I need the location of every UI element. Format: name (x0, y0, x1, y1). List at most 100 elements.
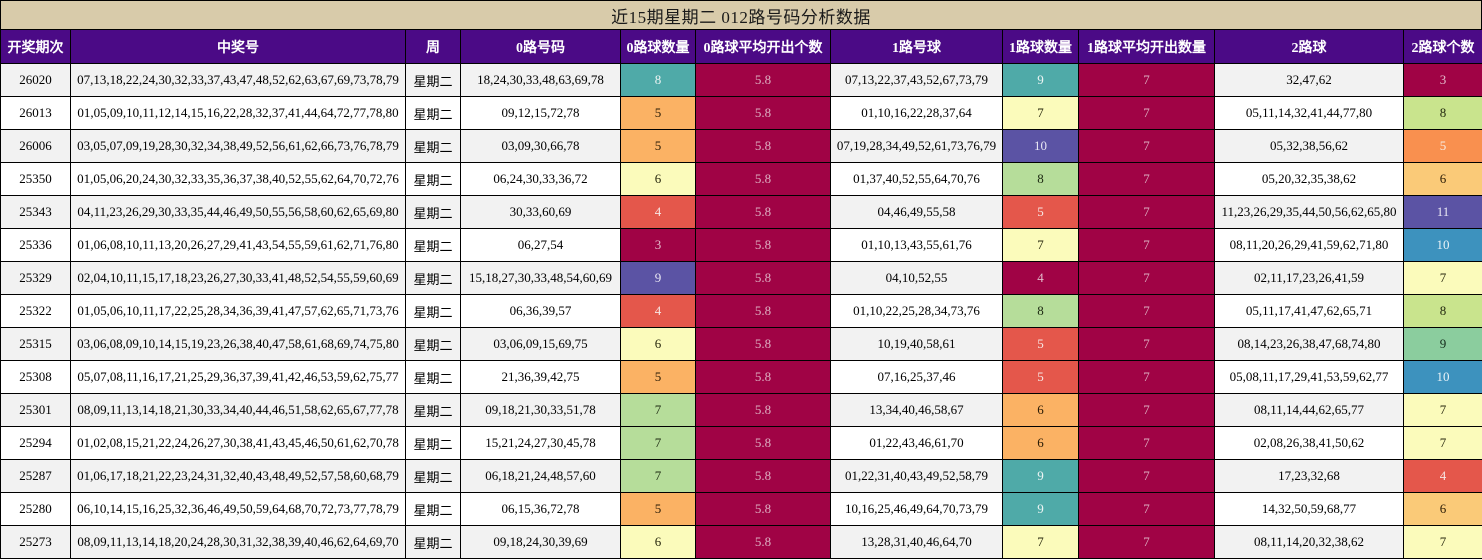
cell-week: 星期二 (405, 63, 461, 97)
cell-road1_numbers: 01,22,31,40,43,49,52,58,79 (830, 459, 1003, 493)
cell-road2_count: 7 (1403, 393, 1482, 427)
cell-winning: 01,06,08,10,11,13,20,26,27,29,41,43,54,5… (70, 228, 406, 262)
table-row: 25315 03,06,08,09,10,14,15,19,23,26,38,40… (0, 327, 1482, 361)
cell-road1_numbers: 13,34,40,46,58,67 (830, 393, 1003, 427)
cell-winning: 05,07,08,11,16,17,21,25,29,36,37,39,41,4… (70, 360, 406, 394)
cell-week: 星期二 (405, 96, 461, 130)
cell-road2_numbers: 08,14,23,26,38,47,68,74,80 (1214, 327, 1404, 361)
cell-road2_count: 10 (1403, 360, 1482, 394)
column-header-road2_count: 2路球个数 (1403, 29, 1482, 64)
cell-period: 25350 (0, 162, 71, 196)
cell-period: 26013 (0, 96, 71, 130)
cell-road1_count: 7 (1002, 228, 1079, 262)
cell-road0_numbers: 06,15,36,72,78 (460, 492, 621, 526)
cell-road1_count: 4 (1002, 261, 1079, 295)
cell-week: 星期二 (405, 261, 461, 295)
cell-road2_count: 7 (1403, 525, 1482, 559)
cell-road0_avg: 5.8 (695, 492, 831, 526)
cell-period: 25343 (0, 195, 71, 229)
cell-week: 星期二 (405, 492, 461, 526)
cell-road2_numbers: 05,08,11,17,29,41,53,59,62,77 (1214, 360, 1404, 394)
cell-road1_avg: 7 (1078, 96, 1215, 130)
cell-road2_count: 9 (1403, 327, 1482, 361)
cell-road0_count: 3 (620, 228, 696, 262)
cell-period: 25315 (0, 327, 71, 361)
column-header-road0_count: 0路球数量 (620, 29, 696, 64)
cell-road1_count: 8 (1002, 294, 1079, 328)
column-header-road1_numbers: 1路号球 (830, 29, 1003, 64)
column-header-road1_avg: 1路球平均开出数量 (1078, 29, 1215, 64)
cell-road0_count: 6 (620, 327, 696, 361)
cell-road1_avg: 7 (1078, 525, 1215, 559)
cell-road0_count: 6 (620, 525, 696, 559)
cell-road1_avg: 7 (1078, 228, 1215, 262)
cell-winning: 01,05,06,20,24,30,32,33,35,36,37,38,40,5… (70, 162, 406, 196)
cell-road0_avg: 5.8 (695, 426, 831, 460)
cell-week: 星期二 (405, 525, 461, 559)
cell-road0_numbers: 06,24,30,33,36,72 (460, 162, 621, 196)
cell-road1_numbers: 10,19,40,58,61 (830, 327, 1003, 361)
cell-road1_avg: 7 (1078, 195, 1215, 229)
cell-period: 25287 (0, 459, 71, 493)
cell-road1_avg: 7 (1078, 261, 1215, 295)
cell-road1_count: 8 (1002, 162, 1079, 196)
cell-road1_numbers: 04,46,49,55,58 (830, 195, 1003, 229)
cell-week: 星期二 (405, 426, 461, 460)
cell-road0_avg: 5.8 (695, 195, 831, 229)
header-row: 开奖期次 中奖号周 0路号码 0路球数量 0路球平均开出个数 1路号球 1路球数量 1路球平均… (0, 29, 1482, 64)
cell-road2_count: 6 (1403, 492, 1482, 526)
cell-road2_numbers: 02,08,26,38,41,50,62 (1214, 426, 1404, 460)
cell-road1_avg: 7 (1078, 162, 1215, 196)
cell-winning: 08,09,11,13,14,18,21,30,33,34,40,44,46,5… (70, 393, 406, 427)
cell-road1_avg: 7 (1078, 459, 1215, 493)
cell-road2_count: 3 (1403, 63, 1482, 97)
cell-road1_numbers: 04,10,52,55 (830, 261, 1003, 295)
cell-winning: 04,11,23,26,29,30,33,35,44,46,49,50,55,5… (70, 195, 406, 229)
column-header-week: 周 (405, 29, 461, 64)
cell-road2_numbers: 11,23,26,29,35,44,50,56,62,65,80 (1214, 195, 1404, 229)
cell-period: 26006 (0, 129, 71, 163)
cell-road1_numbers: 01,22,43,46,61,70 (830, 426, 1003, 460)
cell-road1_count: 5 (1002, 327, 1079, 361)
cell-road1_count: 9 (1002, 63, 1079, 97)
cell-road2_count: 4 (1403, 459, 1482, 493)
cell-road0_avg: 5.8 (695, 327, 831, 361)
cell-road1_count: 6 (1002, 426, 1079, 460)
cell-road2_numbers: 05,20,32,35,38,62 (1214, 162, 1404, 196)
cell-road2_numbers: 05,32,38,56,62 (1214, 129, 1404, 163)
cell-road0_avg: 5.8 (695, 393, 831, 427)
cell-road0_numbers: 03,06,09,15,69,75 (460, 327, 621, 361)
cell-road0_avg: 5.8 (695, 459, 831, 493)
cell-road2_count: 6 (1403, 162, 1482, 196)
cell-road2_numbers: 05,11,17,41,47,62,65,71 (1214, 294, 1404, 328)
cell-road1_avg: 7 (1078, 492, 1215, 526)
cell-road0_count: 5 (620, 96, 696, 130)
cell-road0_avg: 5.8 (695, 525, 831, 559)
cell-period: 25336 (0, 228, 71, 262)
cell-road0_count: 7 (620, 459, 696, 493)
table-row: 25287 01,06,17,18,21,22,23,24,31,32,40,43… (0, 459, 1482, 493)
cell-road0_count: 7 (620, 426, 696, 460)
cell-week: 星期二 (405, 360, 461, 394)
column-header-road1_count: 1路球数量 (1002, 29, 1079, 64)
cell-road2_count: 11 (1403, 195, 1482, 229)
cell-road2_numbers: 02,11,17,23,26,41,59 (1214, 261, 1404, 295)
cell-week: 星期二 (405, 294, 461, 328)
cell-period: 25301 (0, 393, 71, 427)
cell-road0_avg: 5.8 (695, 63, 831, 97)
cell-winning: 01,02,08,15,21,22,24,26,27,30,38,41,43,4… (70, 426, 406, 460)
cell-road1_avg: 7 (1078, 360, 1215, 394)
cell-road0_count: 7 (620, 393, 696, 427)
cell-week: 星期二 (405, 195, 461, 229)
cell-road0_numbers: 21,36,39,42,75 (460, 360, 621, 394)
cell-road2_numbers: 08,11,14,20,32,38,62 (1214, 525, 1404, 559)
cell-road2_numbers: 14,32,50,59,68,77 (1214, 492, 1404, 526)
lottery-analysis-page: 近15期星期二 012路号码分析数据 开奖期次 中奖号周 0路号码 0路球数量 0路球平… (0, 0, 1482, 560)
cell-week: 星期二 (405, 327, 461, 361)
cell-period: 25322 (0, 294, 71, 328)
cell-road2_count: 8 (1403, 294, 1482, 328)
table-row: 25308 05,07,08,11,16,17,21,25,29,36,37,39… (0, 360, 1482, 394)
cell-road1_count: 9 (1002, 459, 1079, 493)
table-row: 25343 04,11,23,26,29,30,33,35,44,46,49,50… (0, 195, 1482, 229)
cell-road1_avg: 7 (1078, 63, 1215, 97)
